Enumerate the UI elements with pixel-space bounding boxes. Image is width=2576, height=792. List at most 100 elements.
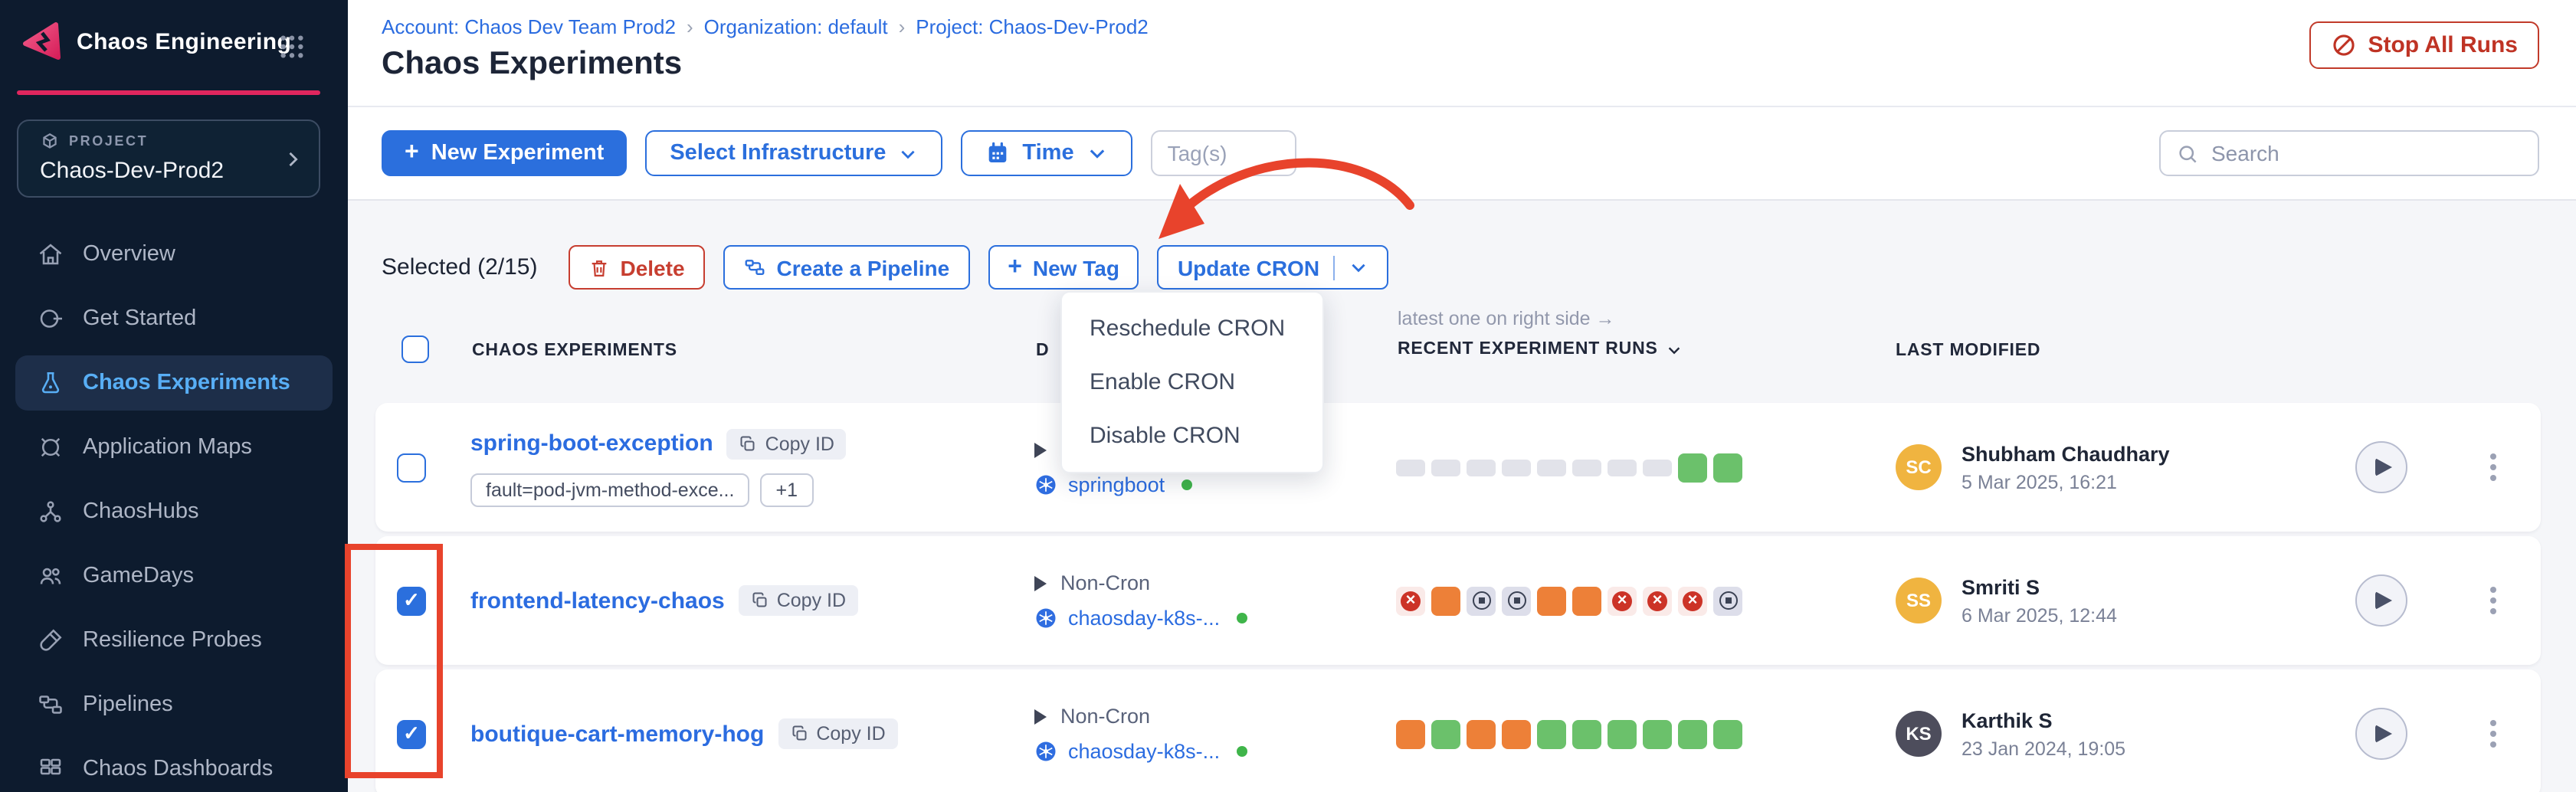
row-checkbox[interactable]	[397, 586, 426, 615]
run-completed[interactable]	[1431, 719, 1460, 748]
recent-runs-label: RECENT EXPERIMENT RUNS	[1398, 340, 1658, 358]
copy-id-button[interactable]: Copy ID	[739, 585, 858, 616]
select-all-checkbox[interactable]	[401, 335, 429, 363]
run-completed[interactable]	[1572, 719, 1601, 748]
run-none[interactable]	[1502, 459, 1531, 476]
run-experiment-button[interactable]	[2355, 441, 2407, 493]
sidebar-item-gamedays[interactable]: GameDays	[15, 548, 333, 604]
run-running[interactable]	[1537, 586, 1566, 615]
run-stopped[interactable]	[1713, 586, 1742, 615]
experiment-name-link[interactable]: frontend-latency-chaos	[470, 587, 725, 614]
cron-expander-icon[interactable]	[1034, 575, 1047, 591]
update-cron-button[interactable]: Update CRON	[1158, 245, 1388, 290]
run-stopped[interactable]	[1467, 586, 1496, 615]
runs-order-note: latest one on right side →	[1398, 308, 1615, 329]
stop-all-runs-button[interactable]: Stop All Runs	[2309, 21, 2539, 69]
copy-id-button[interactable]: Copy ID	[778, 718, 897, 749]
run-none[interactable]	[1537, 459, 1566, 476]
app-window: Chaos Engineering PROJECT Chaos-Dev-Prod…	[0, 0, 2576, 792]
run-completed[interactable]	[1713, 719, 1742, 748]
run-experiment-button[interactable]	[2355, 708, 2407, 760]
cron-expander-icon[interactable]	[1034, 709, 1047, 724]
run-running[interactable]	[1396, 719, 1425, 748]
menu-item-disable-cron[interactable]: Disable CRON	[1062, 409, 1322, 463]
row-checkbox[interactable]	[397, 453, 426, 482]
cron-expander-icon[interactable]	[1034, 442, 1047, 457]
run-none[interactable]	[1643, 459, 1672, 476]
run-running[interactable]	[1431, 586, 1460, 615]
breadcrumb-project-link[interactable]: Project: Chaos-Dev-Prod2	[916, 15, 1148, 38]
run-none[interactable]	[1572, 459, 1601, 476]
plus-icon: +	[405, 141, 419, 165]
run-running[interactable]	[1467, 719, 1496, 748]
tags-filter-input[interactable]	[1151, 130, 1296, 176]
run-none[interactable]	[1467, 459, 1496, 476]
update-cron-label: Update CRON	[1178, 255, 1319, 280]
run-completed[interactable]	[1643, 719, 1672, 748]
infrastructure-link[interactable]: chaosday-k8s-...	[1068, 740, 1220, 763]
recent-runs	[1396, 536, 1742, 665]
run-none[interactable]	[1396, 459, 1425, 476]
search-input[interactable]	[2211, 141, 2522, 165]
sidebar-item-pipelines[interactable]: Pipelines	[15, 677, 333, 732]
run-failed[interactable]	[1643, 586, 1672, 615]
menu-item-enable-cron[interactable]: Enable CRON	[1062, 355, 1322, 409]
chevron-down-icon[interactable]	[1349, 257, 1368, 277]
run-experiment-button[interactable]	[2355, 574, 2407, 627]
new-tag-button[interactable]: + New Tag	[988, 245, 1139, 290]
sidebar-item-chaoshubs[interactable]: ChaosHubs	[15, 484, 333, 539]
copy-id-label: Copy ID	[765, 433, 834, 454]
get-started-icon	[37, 305, 64, 332]
column-header-recent-runs[interactable]: RECENT EXPERIMENT RUNS	[1398, 340, 1683, 358]
row-menu-button[interactable]	[2484, 714, 2502, 754]
breadcrumb-separator: ›	[899, 15, 906, 38]
menu-item-reschedule-cron[interactable]: Reschedule CRON	[1062, 302, 1322, 355]
run-none[interactable]	[1608, 459, 1637, 476]
run-completed[interactable]	[1537, 719, 1566, 748]
run-completed[interactable]	[1678, 719, 1707, 748]
new-experiment-button[interactable]: + New Experiment	[382, 130, 627, 176]
selected-count-text: Selected (2/15)	[382, 254, 537, 280]
time-filter-dropdown[interactable]: Time	[961, 130, 1132, 176]
project-selector[interactable]: PROJECT Chaos-Dev-Prod2	[17, 119, 320, 198]
delete-button[interactable]: Delete	[568, 245, 704, 290]
breadcrumb-account-link[interactable]: Account: Chaos Dev Team Prod2	[382, 15, 676, 38]
experiment-name-link[interactable]: spring-boot-exception	[470, 430, 713, 457]
sidebar-item-chaos-dashboards[interactable]: Chaos Dashboards	[15, 741, 333, 792]
run-failed[interactable]	[1608, 586, 1637, 615]
infrastructure-link[interactable]: chaosday-k8s-...	[1068, 607, 1220, 630]
run-completed[interactable]	[1608, 719, 1637, 748]
create-pipeline-button[interactable]: Create a Pipeline	[723, 245, 970, 290]
tag-more-chip[interactable]: +1	[760, 473, 813, 506]
run-stopped[interactable]	[1502, 586, 1531, 615]
row-checkbox[interactable]	[397, 719, 426, 748]
copy-id-button[interactable]: Copy ID	[727, 428, 847, 459]
breadcrumb-organization-link[interactable]: Organization: default	[704, 15, 888, 38]
sidebar-item-resilience-probes[interactable]: Resilience Probes	[15, 613, 333, 668]
row-menu-button[interactable]	[2484, 447, 2502, 487]
sidebar-item-overview[interactable]: Overview	[15, 227, 333, 282]
app-switcher-grid-icon[interactable]	[279, 34, 305, 60]
sidebar-item-application-maps[interactable]: Application Maps	[15, 420, 333, 475]
row-menu-button[interactable]	[2484, 581, 2502, 620]
run-failed[interactable]	[1678, 586, 1707, 615]
breadcrumb: Account: Chaos Dev Team Prod2 › Organiza…	[382, 15, 1149, 38]
run-completed[interactable]	[1678, 453, 1707, 482]
select-infrastructure-dropdown[interactable]: Select Infrastructure	[645, 130, 942, 176]
run-none[interactable]	[1431, 459, 1460, 476]
test-tube-icon	[37, 627, 64, 654]
infrastructure-link[interactable]: springboot	[1068, 473, 1165, 496]
modified-by-name: Shubham Chaudhary	[1961, 442, 2170, 465]
prohibition-icon	[2331, 32, 2357, 58]
run-running[interactable]	[1572, 586, 1601, 615]
run-running[interactable]	[1502, 719, 1531, 748]
run-completed[interactable]	[1713, 453, 1742, 482]
schedule-type: Non-Cron	[1034, 705, 1387, 728]
copy-id-label: Copy ID	[816, 723, 885, 745]
main-area: Account: Chaos Dev Team Prod2 › Organiza…	[348, 0, 2576, 792]
experiment-name-link[interactable]: boutique-cart-memory-hog	[470, 721, 764, 747]
play-icon	[2375, 591, 2392, 610]
sidebar-item-get-started[interactable]: Get Started	[15, 291, 333, 346]
run-failed[interactable]	[1396, 586, 1425, 615]
sidebar-item-chaos-experiments[interactable]: Chaos Experiments	[15, 355, 333, 411]
